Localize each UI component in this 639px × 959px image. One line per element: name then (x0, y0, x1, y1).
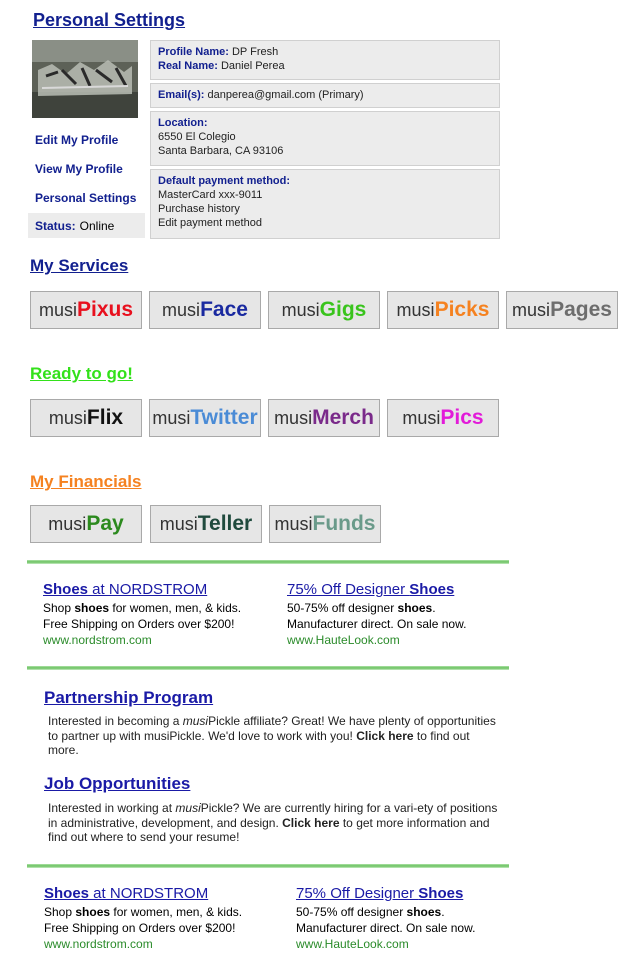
address-line1: 6550 El Colegio (158, 131, 236, 143)
service-button-pics[interactable]: musi Pics (387, 399, 499, 437)
service-name: Pay (86, 512, 124, 535)
page-title: Personal Settings (33, 10, 186, 30)
purchase-history-link[interactable]: Purchase history (158, 202, 492, 216)
service-prefix: musi (152, 407, 191, 428)
service-prefix: musi (48, 407, 87, 428)
partnership-heading[interactable]: Partnership Program (44, 688, 213, 708)
jobs-text: Interested in working at musiPickle? We … (48, 801, 498, 844)
service-name: Picks (434, 298, 490, 321)
email-label: Email(s): (158, 89, 205, 101)
service-button-pay[interactable]: musi Pay (30, 505, 142, 543)
ready-heading: Ready to go! (30, 364, 133, 383)
status-indicator: Status: Online (28, 213, 145, 238)
service-prefix: musi (274, 513, 313, 534)
service-button-pages[interactable]: musi Pages (506, 291, 618, 329)
service-button-teller[interactable]: musi Teller (150, 505, 262, 543)
service-name: Pixus (76, 298, 134, 321)
partnership-text: Interested in becoming a musiPickle affi… (48, 714, 496, 757)
service-name: Flix (86, 406, 124, 429)
location-label: Location: (158, 117, 208, 129)
service-button-flix[interactable]: musi Flix (30, 399, 142, 437)
edit-payment-link[interactable]: Edit payment method (158, 216, 492, 230)
payment-box: Default payment method: MasterCard xxx-9… (150, 169, 500, 239)
financials-heading: My Financials (30, 472, 142, 491)
view-profile-link[interactable]: View My Profile (35, 162, 123, 176)
service-button-gigs[interactable]: musi Gigs (268, 291, 380, 329)
service-prefix: musi (512, 299, 551, 320)
edit-profile-link[interactable]: Edit My Profile (35, 133, 118, 147)
profile-photo[interactable] (32, 40, 138, 118)
service-name: Merch (312, 406, 374, 429)
service-name: Pics (440, 406, 484, 429)
status-label: Status: (35, 218, 76, 233)
ad-hautelook[interactable]: 75% Off Designer Shoes 50-75% off design… (287, 580, 507, 648)
status-value: Online (79, 218, 115, 233)
service-button-face[interactable]: musi Face (149, 291, 261, 329)
service-button-picks[interactable]: musi Picks (387, 291, 499, 329)
ad-hautelook-2[interactable]: 75% Off Designer Shoes 50-75% off design… (296, 884, 516, 952)
jobs-heading[interactable]: Job Opportunities (44, 774, 190, 794)
ad-nordstrom[interactable]: Shoes at NORDSTROM Shop shoes for women,… (43, 580, 273, 648)
service-prefix: musi (396, 299, 435, 320)
divider (27, 666, 509, 670)
real-name-label: Real Name: (158, 60, 218, 72)
payment-card: MasterCard xxx-9011 (158, 189, 263, 201)
service-prefix: musi (48, 513, 87, 534)
service-prefix: musi (281, 299, 320, 320)
divider (27, 864, 509, 868)
service-prefix: musi (274, 407, 313, 428)
service-name: Twitter (190, 406, 258, 429)
jobs-click-here[interactable]: Click here (282, 816, 339, 830)
service-name: Gigs (319, 298, 367, 321)
service-name: Teller (197, 512, 253, 535)
service-name: Face (200, 298, 248, 321)
service-prefix: musi (38, 299, 77, 320)
real-name-value: Daniel Perea (220, 60, 285, 72)
personal-settings-link[interactable]: Personal Settings (35, 191, 136, 205)
service-prefix: musi (159, 513, 198, 534)
service-button-merch[interactable]: musi Merch (268, 399, 380, 437)
email-box: Email(s): danperea@gmail.com (Primary) (150, 83, 500, 108)
my-services-heading: My Services (30, 256, 129, 275)
partnership-click-here[interactable]: Click here (356, 729, 413, 743)
service-prefix: musi (162, 299, 201, 320)
service-name: Pages (550, 298, 612, 321)
address-line2: Santa Barbara, CA 93106 (158, 145, 284, 157)
service-button-pixus[interactable]: musi Pixus (30, 291, 142, 329)
profile-name-box: Profile Name: DP Fresh Real Name: Daniel… (150, 40, 500, 80)
service-button-funds[interactable]: musi Funds (269, 505, 381, 543)
service-name: Funds (312, 512, 376, 535)
email-value: danperea@gmail.com (Primary) (207, 89, 364, 101)
ad-nordstrom-2[interactable]: Shoes at NORDSTROM Shop shoes for women,… (44, 884, 274, 952)
location-box: Location: 6550 El Colegio Santa Barbara,… (150, 111, 500, 166)
service-button-twitter[interactable]: musi Twitter (149, 399, 261, 437)
divider (27, 560, 509, 564)
profile-name-label: Profile Name: (158, 46, 229, 58)
service-prefix: musi (402, 407, 441, 428)
profile-name-value: DP Fresh (231, 46, 279, 58)
payment-label: Default payment method: (158, 175, 291, 187)
